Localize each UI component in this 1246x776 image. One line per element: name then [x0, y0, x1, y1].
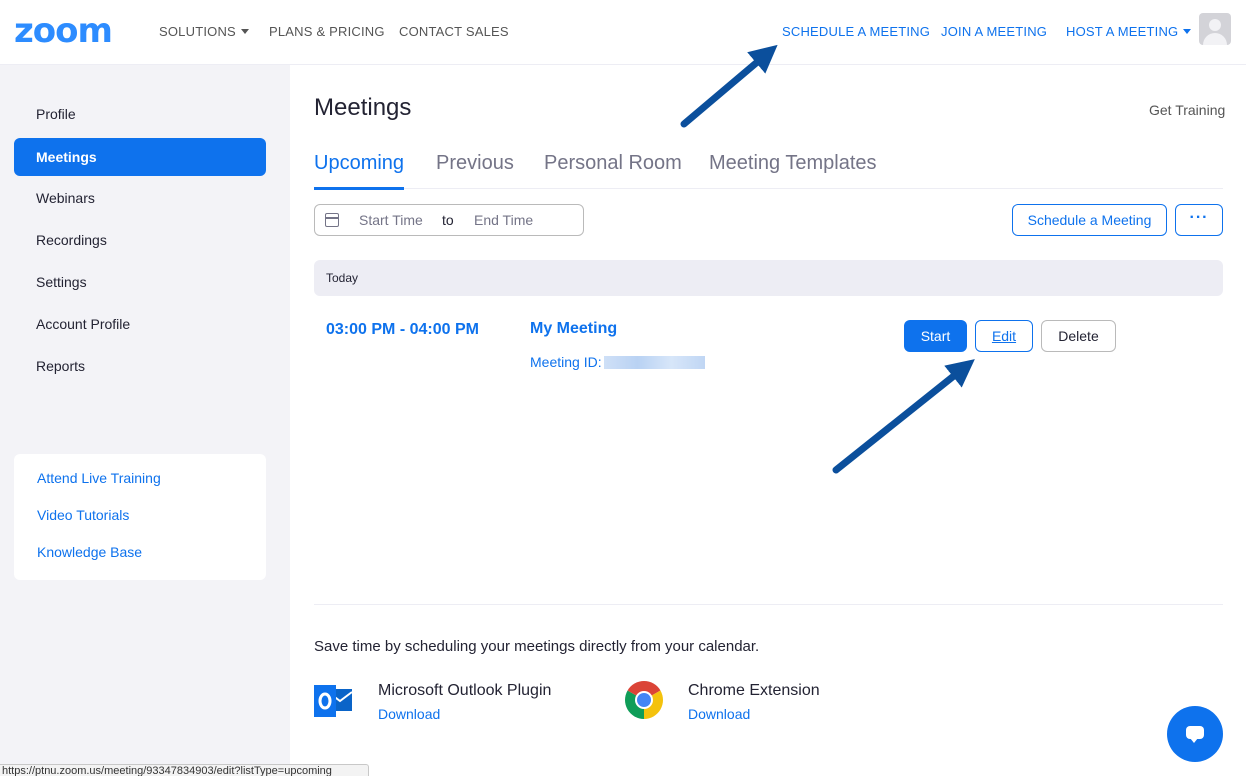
avatar-body — [1203, 33, 1227, 45]
meeting-time: 03:00 PM - 04:00 PM — [326, 321, 479, 338]
day-header: Today — [314, 260, 1223, 296]
tab-previous[interactable]: Previous — [436, 152, 514, 175]
attend-live-training-link[interactable]: Attend Live Training — [37, 470, 161, 486]
active-tab-indicator — [314, 187, 404, 190]
outlook-download-link[interactable]: Download — [378, 706, 440, 722]
nav-solutions-label: SOLUTIONS — [159, 24, 236, 39]
avatar[interactable] — [1199, 13, 1231, 45]
top-nav: zoom SOLUTIONS PLANS & PRICING CONTACT S… — [0, 0, 1246, 65]
nav-host-meeting[interactable]: HOST A MEETING — [1066, 24, 1192, 39]
delete-button[interactable]: Delete — [1041, 320, 1116, 352]
page-title: Meetings — [314, 94, 412, 121]
sidebar-item-settings[interactable]: Settings — [14, 263, 266, 301]
nav-plans-pricing[interactable]: PLANS & PRICING — [269, 24, 385, 39]
meeting-tabs: Upcoming Previous Personal Room Meeting … — [314, 147, 1223, 190]
nav-host-meeting-label: HOST A MEETING — [1066, 24, 1179, 39]
sidebar-item-recordings[interactable]: Recordings — [14, 221, 266, 259]
outlook-icon — [314, 685, 353, 717]
avatar-head — [1209, 19, 1221, 31]
status-bar-url: https://ptnu.zoom.us/meeting/93347834903… — [0, 764, 369, 776]
date-range-to: to — [442, 212, 454, 228]
knowledge-base-link[interactable]: Knowledge Base — [37, 544, 142, 560]
more-options-button[interactable]: ··· — [1175, 204, 1223, 236]
chat-button[interactable] — [1167, 706, 1223, 762]
tab-upcoming[interactable]: Upcoming — [314, 152, 404, 175]
arrow-to-edit-button — [832, 359, 975, 474]
nav-schedule-meeting[interactable]: SCHEDULE A MEETING — [782, 24, 930, 39]
chrome-extension-title: Chrome Extension — [688, 682, 820, 699]
chat-bubble-tail — [1190, 738, 1198, 743]
calendar-icon — [325, 213, 339, 227]
sidebar-item-reports[interactable]: Reports — [14, 347, 266, 385]
end-time-field[interactable]: End Time — [474, 212, 533, 228]
outlook-plugin-title: Microsoft Outlook Plugin — [378, 682, 552, 699]
nav-contact-sales[interactable]: CONTACT SALES — [399, 24, 509, 39]
meeting-id-redacted — [604, 356, 705, 369]
zoom-logo[interactable]: zoom — [14, 14, 113, 48]
schedule-meeting-button[interactable]: Schedule a Meeting — [1012, 204, 1167, 236]
sidebar-item-profile[interactable]: Profile — [14, 95, 266, 133]
calendar-promo-text: Save time by scheduling your meetings di… — [314, 638, 760, 655]
sidebar-item-account-profile[interactable]: Account Profile — [14, 305, 266, 343]
chrome-download-link[interactable]: Download — [688, 706, 750, 722]
help-links-box: Attend Live Training Video Tutorials Kno… — [14, 454, 266, 580]
divider — [314, 604, 1223, 605]
edit-button[interactable]: Edit — [975, 320, 1033, 352]
chevron-down-icon — [240, 29, 249, 34]
date-range-picker[interactable]: Start Time to End Time — [314, 204, 584, 236]
sidebar: Profile Meetings Webinars Recordings Set… — [0, 65, 290, 776]
start-button[interactable]: Start — [904, 320, 967, 352]
sidebar-item-webinars[interactable]: Webinars — [14, 179, 266, 217]
meeting-topic-link[interactable]: My Meeting — [530, 320, 617, 338]
tab-meeting-templates[interactable]: Meeting Templates — [709, 152, 877, 175]
meeting-id-label: Meeting ID: — [530, 354, 602, 370]
start-time-field[interactable]: Start Time — [359, 212, 423, 228]
tab-personal-room[interactable]: Personal Room — [544, 152, 682, 175]
sidebar-item-meetings[interactable]: Meetings — [14, 138, 266, 176]
chrome-icon — [625, 681, 663, 719]
get-training-link[interactable]: Get Training — [1149, 102, 1225, 118]
nav-join-meeting[interactable]: JOIN A MEETING — [941, 24, 1047, 39]
video-tutorials-link[interactable]: Video Tutorials — [37, 507, 129, 523]
nav-solutions[interactable]: SOLUTIONS — [159, 24, 249, 39]
chevron-down-icon — [1183, 29, 1192, 34]
